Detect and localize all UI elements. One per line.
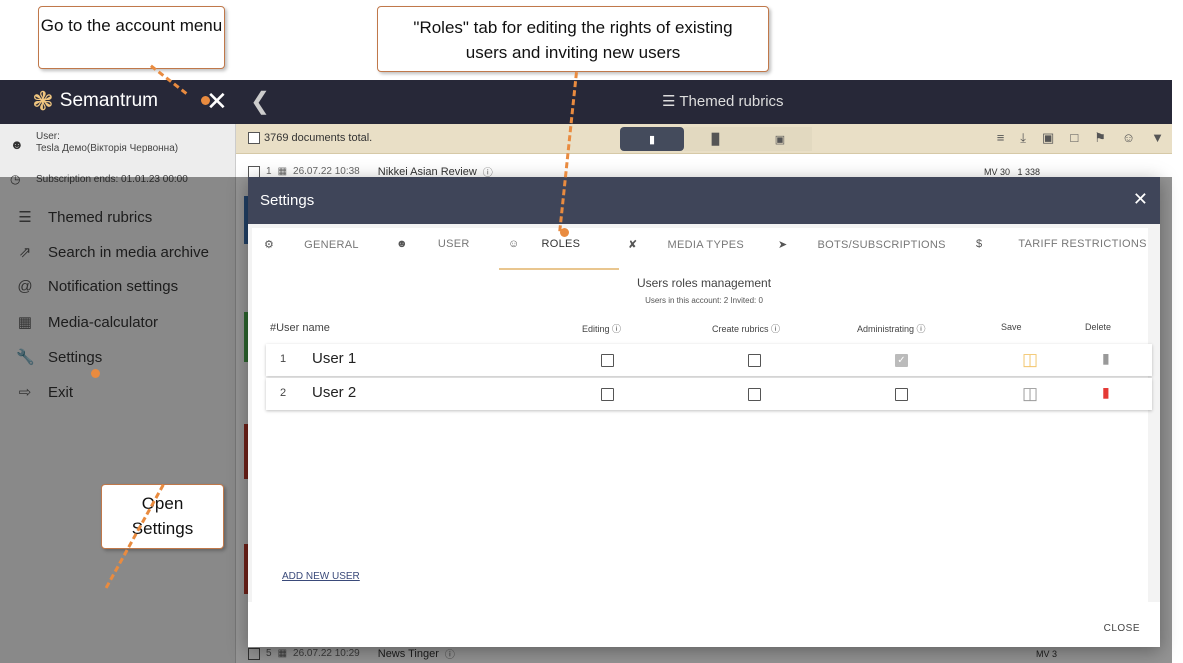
toolbar: 3769 documents total. ▮ ▉ ▣ ≡ ⤓ ▣ □ ⚑ ☺ … bbox=[236, 124, 1172, 154]
document-icon: ▮ bbox=[648, 133, 656, 146]
column-header-editing: Editing ⓘ bbox=[582, 324, 622, 334]
administrating-checkbox[interactable] bbox=[895, 354, 908, 367]
trash-icon[interactable]: □ bbox=[1070, 130, 1078, 146]
save-icon[interactable]: ◫ bbox=[1022, 350, 1038, 370]
callout-account: Go to the account menu bbox=[38, 6, 225, 69]
user-name-field[interactable]: User 2 bbox=[298, 382, 404, 404]
info-icon[interactable]: ⓘ bbox=[771, 324, 780, 334]
add-new-user-link[interactable]: ADD NEW USER bbox=[282, 571, 360, 582]
save-icon[interactable]: ▣ bbox=[1042, 130, 1054, 146]
user-name-field[interactable]: User 1 bbox=[298, 348, 404, 370]
list-icon: ☰ bbox=[662, 93, 676, 110]
create-rubrics-checkbox[interactable] bbox=[748, 388, 761, 401]
info-icon[interactable]: ⓘ bbox=[612, 324, 621, 334]
user-icon: ☻ bbox=[10, 137, 24, 152]
charts-view-button[interactable]: ▉ bbox=[684, 127, 748, 151]
column-header-create: Create rubrics ⓘ bbox=[712, 324, 781, 334]
view-switch: ▮ ▉ ▣ bbox=[620, 127, 812, 151]
callout-roles: "Roles" tab for editing the rights of ex… bbox=[377, 6, 769, 72]
tab-roles[interactable]: ☺ ROLES bbox=[508, 238, 580, 250]
settings-dialog: Settings ✕ ⚙ GENERAL ☻ USER ☺ ROLES ✘ MEDIA … bbox=[248, 177, 1160, 647]
editing-checkbox[interactable] bbox=[601, 354, 614, 367]
download-icon[interactable]: ⤓ bbox=[1020, 130, 1026, 146]
section-title: Users roles management bbox=[636, 276, 772, 290]
connector-dot bbox=[201, 96, 210, 105]
trash-icon[interactable]: ▮ bbox=[1102, 384, 1110, 401]
list-icon[interactable]: ≡ bbox=[997, 130, 1005, 146]
callout-settings: Open Settings bbox=[101, 484, 224, 549]
tab-general[interactable]: ⚙ GENERAL bbox=[264, 238, 359, 252]
administrating-checkbox[interactable] bbox=[895, 388, 908, 401]
table-row: 1 User 1 ◫ ▮ bbox=[266, 344, 1152, 376]
tab-bots-subscriptions[interactable]: ➤ BOTS/SUBSCRIPTIONS bbox=[778, 238, 946, 252]
select-all-checkbox[interactable] bbox=[248, 132, 260, 144]
satellite-icon: ✘ bbox=[628, 239, 638, 251]
close-icon[interactable]: ✕ bbox=[1133, 189, 1148, 210]
chevron-left-icon[interactable]: ❮ bbox=[250, 87, 270, 116]
column-header-name: #User name bbox=[270, 322, 330, 334]
image-icon: ▣ bbox=[774, 133, 786, 146]
save-icon[interactable]: ◫ bbox=[1022, 384, 1038, 404]
page-title: ☰ Themed rubrics bbox=[662, 93, 784, 110]
column-header-admin: Administrating ⓘ bbox=[857, 324, 926, 334]
trash-icon[interactable]: ▮ bbox=[1102, 350, 1110, 367]
info-icon[interactable]: ⓘ bbox=[917, 324, 926, 334]
logo-icon: ❃ bbox=[32, 86, 54, 116]
column-header-save: Save bbox=[1001, 322, 1022, 332]
smile-icon[interactable]: ☺ bbox=[1122, 130, 1135, 146]
dialog-body: ⚙ GENERAL ☻ USER ☺ ROLES ✘ MEDIA TYPES ➤ BOTS… bbox=[248, 224, 1160, 602]
tab-tariff-restrictions[interactable]: $ TARIFF RESTRICTIONS bbox=[976, 238, 1147, 250]
calendar-icon: ▦ bbox=[277, 166, 288, 177]
toolbar-actions: ≡ ⤓ ▣ □ ⚑ ☺ ▼ bbox=[997, 130, 1164, 146]
close-button[interactable]: CLOSE bbox=[1104, 623, 1140, 634]
roles-icon: ☺ bbox=[508, 238, 520, 250]
tab-media-types[interactable]: ✘ MEDIA TYPES bbox=[628, 238, 744, 252]
table-row: 2 User 2 ◫ ▮ bbox=[266, 378, 1152, 410]
logo[interactable]: ❃ Semantrum bbox=[32, 88, 158, 114]
roles-panel: ⚙ GENERAL ☻ USER ☺ ROLES ✘ MEDIA TYPES ➤ BOTS… bbox=[252, 228, 1152, 602]
gear-icon: ⚙ bbox=[264, 239, 275, 251]
documents-view-button[interactable]: ▮ bbox=[620, 127, 684, 151]
images-view-button[interactable]: ▣ bbox=[748, 127, 812, 151]
column-header-delete: Delete bbox=[1085, 322, 1112, 332]
user-icon: ☻ bbox=[396, 238, 408, 250]
select-all[interactable]: 3769 documents total. bbox=[248, 132, 372, 144]
dollar-icon: $ bbox=[976, 238, 983, 250]
connector-dot bbox=[560, 228, 569, 237]
filter-icon[interactable]: ▼ bbox=[1151, 130, 1164, 146]
tag-icon[interactable]: ⚑ bbox=[1094, 130, 1106, 146]
section-subtitle: Users in this account: 2 Invited: 0 bbox=[645, 296, 763, 305]
settings-tabs: ⚙ GENERAL ☻ USER ☺ ROLES ✘ MEDIA TYPES ➤ BOTS… bbox=[252, 228, 1148, 270]
bar-chart-icon: ▉ bbox=[711, 133, 721, 146]
active-tab-indicator bbox=[499, 268, 619, 270]
reach-stats: MV 30 1 338 bbox=[984, 167, 1041, 177]
row-checkbox[interactable] bbox=[248, 165, 260, 178]
editing-checkbox[interactable] bbox=[601, 388, 614, 401]
send-icon: ➤ bbox=[778, 239, 788, 251]
create-rubrics-checkbox[interactable] bbox=[748, 354, 761, 367]
tab-user[interactable]: ☻ USER bbox=[396, 238, 470, 250]
dialog-header: Settings ✕ bbox=[248, 177, 1160, 224]
connector-dot bbox=[91, 369, 100, 378]
